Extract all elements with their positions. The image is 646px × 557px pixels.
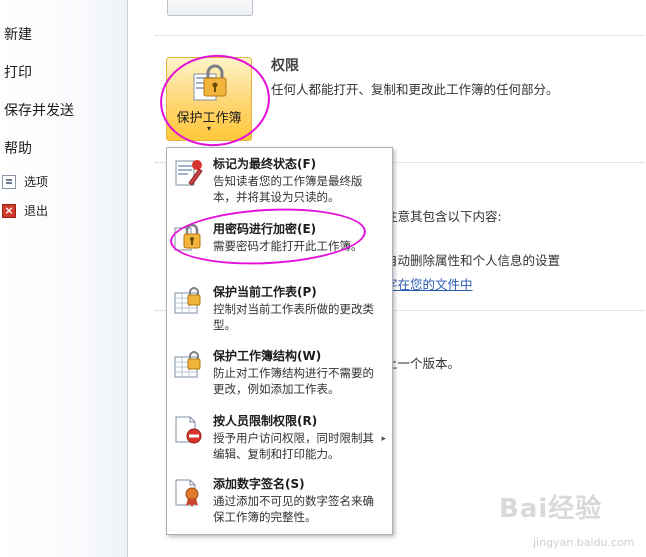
restrict-permission-title: 按人员限制权限(R) — [213, 414, 318, 428]
protect-sheet-desc: 控制对当前工作表所做的更改类型。 — [213, 302, 374, 332]
menu-item-protect-sheet[interactable]: 保护当前工作表(P) 控制对当前工作表所做的更改类型。 — [167, 283, 392, 339]
protect-sheet-icon — [174, 287, 201, 314]
baidu-watermark: Bai经验 — [499, 494, 603, 524]
protect-workbook-menu: 标记为最终状态(F) 告知读者您的工作簿是最终版本，并将其设为只读的。 用密码进… — [166, 147, 393, 535]
protect-structure-icon — [174, 351, 201, 378]
menu-item-mark-final[interactable]: 标记为最终状态(F) 告知读者您的工作簿是最终版本，并将其设为只读的。 — [167, 155, 392, 211]
nav-save-send[interactable]: 保存并发送 — [2, 98, 76, 122]
backstage-sidebar: 新建 打印 保存并发送 帮助 选项 × 退出 — [0, 0, 128, 557]
lock-document-icon — [193, 64, 227, 101]
protect-structure-desc: 防止对工作簿结构进行不需要的更改，例如添加工作表。 — [213, 366, 374, 396]
digital-signature-icon — [175, 479, 199, 507]
menu-item-restrict-permission[interactable]: 按人员限制权限(R) 授予用户访问权限，同时限制其编辑、复制和打印能力。 ▸ — [167, 412, 392, 468]
encrypt-lock-icon — [174, 223, 201, 251]
inspect-item: 自动删除属性和个人信息的设置 — [385, 253, 561, 268]
restrict-permission-desc: 授予用户访问权限，同时限制其编辑、复制和打印能力。 — [213, 431, 374, 461]
nav-help[interactable]: 帮助 — [2, 136, 34, 160]
nav-options-label: 选项 — [24, 175, 49, 189]
protect-sheet-title: 保护当前工作表(P) — [213, 285, 317, 299]
encrypt-password-desc: 需要密码才能打开此工作簿。 — [213, 239, 363, 253]
permissions-description: 任何人都能打开、复制和更改此工作簿的任何部分。 — [271, 82, 559, 97]
mark-final-icon — [175, 160, 203, 186]
digital-signature-desc: 通过添加不可见的数字签名来确保工作簿的完整性。 — [213, 494, 374, 524]
inspect-note: 注意其包含以下内容: — [385, 209, 502, 224]
digital-signature-title: 添加数字签名(S) — [213, 477, 305, 491]
menu-item-encrypt-password[interactable]: 用密码进行加密(E) 需要密码才能打开此工作簿。 — [167, 220, 392, 260]
mark-final-title: 标记为最终状态(F) — [213, 157, 317, 171]
nav-options[interactable]: 选项 — [2, 173, 48, 190]
previous-section-button[interactable] — [167, 0, 253, 16]
restrict-permission-icon — [175, 416, 202, 444]
inspect-link[interactable]: 字在您的文件中 — [385, 274, 473, 293]
protect-structure-title: 保护工作簿结构(W) — [213, 349, 322, 363]
menu-item-digital-signature[interactable]: 添加数字签名(S) 通过添加不可见的数字签名来确保工作簿的完整性。 — [167, 475, 392, 531]
mark-final-desc: 告知读者您的工作簿是最终版本，并将其设为只读的。 — [213, 174, 363, 204]
permissions-title: 权限 — [271, 58, 299, 74]
options-icon — [2, 174, 16, 189]
watermark-url: jingyan.baidu.com — [533, 536, 635, 549]
section-divider — [155, 35, 645, 36]
nav-print[interactable]: 打印 — [2, 60, 34, 84]
menu-item-protect-structure[interactable]: 保护工作簿结构(W) 防止对工作簿结构进行不需要的更改，例如添加工作表。 — [167, 347, 392, 403]
nav-exit[interactable]: × 退出 — [2, 202, 48, 219]
nav-exit-label: 退出 — [24, 204, 49, 218]
dropdown-arrow-icon: ▾ — [206, 124, 211, 133]
encrypt-password-title: 用密码进行加密(E) — [213, 222, 317, 236]
exit-icon: × — [2, 203, 16, 218]
submenu-arrow-icon: ▸ — [381, 434, 386, 444]
nav-new[interactable]: 新建 — [2, 22, 34, 46]
protect-workbook-button[interactable]: 保护工作簿 ▾ — [166, 57, 252, 141]
versions-note: 上一个版本。 — [385, 356, 461, 371]
